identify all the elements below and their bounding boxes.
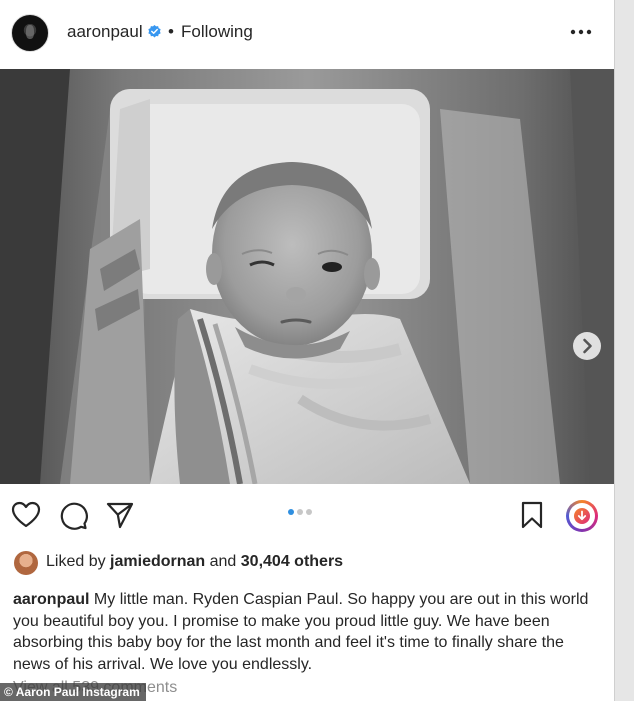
- likes-prefix: Liked by: [46, 553, 111, 570]
- chevron-right-icon[interactable]: [573, 332, 601, 360]
- page-background: [614, 0, 634, 701]
- newborn-photo: [0, 69, 614, 484]
- heart-icon[interactable]: [11, 500, 41, 530]
- instagram-post: aaronpaul • Following Liked by jamiedorn…: [0, 0, 614, 701]
- profile-avatar[interactable]: [11, 14, 49, 52]
- header-separator: •: [168, 22, 174, 41]
- post-caption: aaronpaul My little man. Ryden Caspian P…: [13, 589, 598, 675]
- following-button[interactable]: Following: [181, 22, 253, 42]
- download-icon: [574, 508, 590, 524]
- post-photo[interactable]: [0, 69, 614, 484]
- caption-text: My little man. Ryden Caspian Paul. So ha…: [13, 591, 589, 673]
- send-icon[interactable]: [105, 500, 135, 530]
- carousel-dot-active: [288, 509, 294, 515]
- download-button[interactable]: [566, 500, 598, 532]
- photo-credit: © Aaron Paul Instagram: [0, 683, 146, 701]
- liker-avatar[interactable]: [14, 551, 38, 575]
- likes-count[interactable]: 30,404 others: [241, 553, 343, 570]
- post-header: aaronpaul • Following: [0, 0, 614, 68]
- post-username[interactable]: aaronpaul: [67, 22, 143, 42]
- likes-text: Liked by jamiedornan and 30,404 others: [46, 553, 343, 571]
- post-actions: [0, 492, 614, 540]
- carousel-indicator: [288, 502, 315, 520]
- caption-username[interactable]: aaronpaul: [13, 591, 89, 608]
- liker-username[interactable]: jamiedornan: [110, 553, 205, 570]
- bookmark-icon[interactable]: [517, 500, 547, 530]
- carousel-dot: [306, 509, 312, 515]
- more-options-icon[interactable]: [569, 24, 593, 40]
- verified-badge-icon: [148, 25, 161, 38]
- carousel-dot: [297, 509, 303, 515]
- comment-icon[interactable]: [58, 500, 88, 530]
- likes-middle: and: [205, 553, 241, 570]
